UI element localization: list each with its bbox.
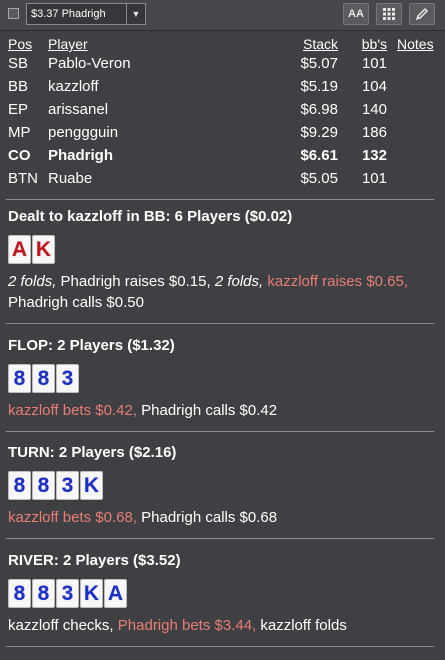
- player-name: kazzloff: [48, 78, 99, 95]
- player-bbs: 101: [361, 55, 387, 72]
- river-section: RIVER: 2 Players ($3.52) 8 8 3 K A kazzl…: [8, 551, 438, 636]
- hand-select-value: $3.37 Phadrigh: [31, 8, 106, 20]
- header-player[interactable]: Player: [48, 36, 88, 52]
- preflop-actions: 2 folds, Phadrigh raises $0.15, 2 folds,…: [8, 271, 438, 313]
- action-text: Phadrigh calls $0.68: [136, 509, 278, 526]
- player-stack: $6.61: [300, 147, 338, 164]
- player-stack: $6.98: [300, 101, 338, 118]
- action-text: kazzloff checks,: [8, 617, 118, 634]
- turn-title: TURN: 2 Players ($2.16): [8, 444, 177, 461]
- player-name: arissanel: [48, 101, 109, 118]
- pencil-icon: [415, 7, 429, 21]
- flop-section: FLOP: 2 Players ($1.32) 8 8 3 kazzloff b…: [8, 336, 438, 421]
- player-row[interactable]: BTN Ruabe $5.05 101: [0, 167, 445, 190]
- divider: [6, 323, 434, 324]
- player-row[interactable]: BB kazzloff $5.19 104: [0, 75, 445, 98]
- card: K: [80, 471, 103, 500]
- action-text: 2 folds,: [214, 273, 264, 290]
- header-notes[interactable]: Notes: [397, 36, 434, 52]
- grid-view-button[interactable]: [376, 3, 402, 25]
- player-name: Phadrigh: [48, 147, 114, 164]
- card: A: [8, 235, 31, 264]
- player-bbs: 186: [361, 124, 387, 141]
- turn-actions: kazzloff bets $0.68, Phadrigh calls $0.6…: [8, 507, 438, 528]
- divider: [6, 431, 434, 432]
- preflop-section: Dealt to kazzloff in BB: 6 Players ($0.0…: [8, 207, 438, 313]
- player-stack: $5.07: [300, 55, 338, 72]
- chevron-down-icon[interactable]: ▼: [126, 4, 145, 24]
- action-text: Phadrigh calls $0.50: [8, 294, 144, 311]
- turn-cards: 8 8 3 K: [8, 471, 438, 501]
- player-row[interactable]: EP arissanel $6.98 140: [0, 98, 445, 121]
- card: 8: [32, 579, 55, 608]
- river-cards: 8 8 3 K A: [8, 579, 438, 609]
- player-row[interactable]: MP penggguin $9.29 186: [0, 121, 445, 144]
- divider: [6, 646, 434, 647]
- flop-actions: kazzloff bets $0.42, Phadrigh calls $0.4…: [8, 400, 438, 421]
- action-text: Phadrigh raises $0.15,: [56, 273, 215, 290]
- divider: [6, 538, 434, 539]
- card: 8: [32, 364, 55, 393]
- player-pos: BTN: [8, 170, 38, 187]
- player-pos: EP: [8, 101, 29, 118]
- player-pos: CO: [8, 147, 31, 164]
- turn-section: TURN: 2 Players ($2.16) 8 8 3 K kazzloff…: [8, 443, 438, 528]
- toolbar: $3.37 Phadrigh ▼ AA: [0, 0, 445, 31]
- action-text-highlight: Phadrigh bets $3.44,: [117, 617, 257, 634]
- card: 3: [56, 364, 79, 393]
- player-pos: SB: [8, 55, 29, 72]
- action-text: kazzloff folds: [256, 617, 347, 634]
- player-bbs: 140: [361, 101, 387, 118]
- player-row[interactable]: SB Pablo-Veron $5.07 101: [0, 52, 445, 75]
- card: 8: [8, 364, 31, 393]
- player-name: penggguin: [48, 124, 119, 141]
- preflop-title: Dealt to kazzloff in BB: 6 Players ($0.0…: [8, 208, 293, 225]
- action-text-highlight: kazzloff bets $0.68,: [8, 509, 137, 526]
- action-text-highlight: kazzloff raises $0.65,: [263, 273, 408, 290]
- hand-checkbox[interactable]: [8, 8, 19, 19]
- edit-button[interactable]: [409, 3, 435, 25]
- font-size-icon: AA: [348, 8, 364, 20]
- card: K: [32, 235, 55, 264]
- card: 3: [56, 579, 79, 608]
- card: 8: [8, 579, 31, 608]
- grid-icon: [383, 8, 395, 20]
- player-name: Ruabe: [48, 170, 93, 187]
- player-bbs: 104: [361, 78, 387, 95]
- card: 8: [8, 471, 31, 500]
- player-name: Pablo-Veron: [48, 55, 131, 72]
- header-bbs[interactable]: bb's: [362, 36, 387, 52]
- river-actions: kazzloff checks, Phadrigh bets $3.44, ka…: [8, 615, 438, 636]
- river-title: RIVER: 2 Players ($3.52): [8, 552, 181, 569]
- player-stack: $9.29: [300, 124, 338, 141]
- card: 3: [56, 471, 79, 500]
- flop-title: FLOP: 2 Players ($1.32): [8, 337, 175, 354]
- divider: [6, 199, 434, 200]
- players-header: Pos Player Stack bb's Notes: [0, 36, 445, 52]
- card: 8: [32, 471, 55, 500]
- player-bbs: 132: [361, 147, 387, 164]
- player-row-hero[interactable]: CO Phadrigh $6.61 132: [0, 144, 445, 167]
- header-stack[interactable]: Stack: [303, 36, 338, 52]
- player-stack: $5.19: [300, 78, 338, 95]
- player-stack: $5.05: [300, 170, 338, 187]
- action-text: Phadrigh calls $0.42: [136, 402, 278, 419]
- player-bbs: 101: [361, 170, 387, 187]
- card: K: [80, 579, 103, 608]
- header-pos[interactable]: Pos: [8, 36, 32, 52]
- action-text-highlight: kazzloff bets $0.42,: [8, 402, 137, 419]
- action-text: 2 folds,: [8, 273, 57, 290]
- player-pos: MP: [8, 124, 31, 141]
- hole-cards: A K: [8, 235, 438, 265]
- font-size-button[interactable]: AA: [343, 3, 369, 25]
- flop-cards: 8 8 3: [8, 364, 438, 394]
- hand-select[interactable]: $3.37 Phadrigh ▼: [26, 3, 146, 25]
- card: A: [104, 579, 127, 608]
- players-table: Pos Player Stack bb's Notes SB Pablo-Ver…: [0, 36, 445, 190]
- player-pos: BB: [8, 78, 29, 95]
